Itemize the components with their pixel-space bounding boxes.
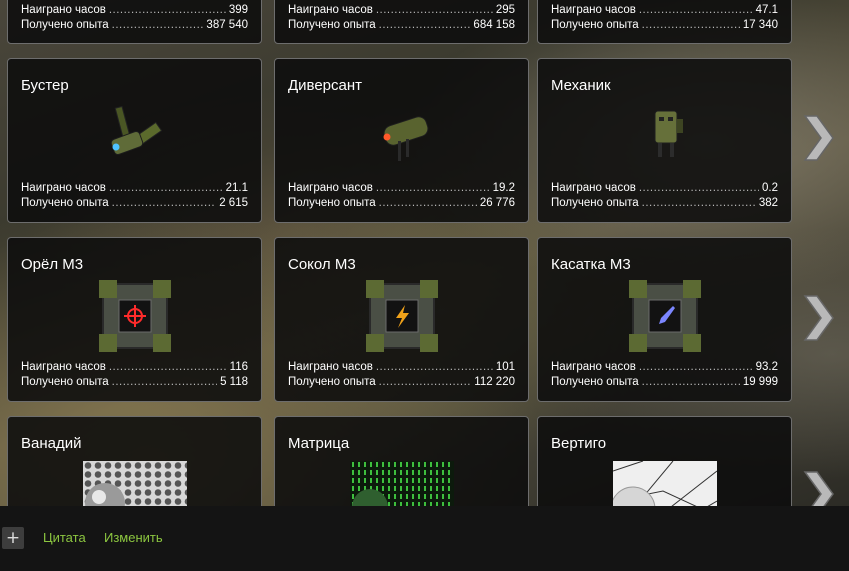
exp-value: 2 615 — [219, 197, 248, 209]
exp-row: Получено опыта 112 220 — [288, 375, 515, 389]
card-title: Ванадий — [21, 435, 82, 452]
exp-row: Получено опыта 387 540 — [21, 18, 248, 32]
exp-row: Получено опыта 2 615 — [21, 196, 248, 210]
card-booster[interactable]: Бустер Наиграно часов 21.1 Получено опыта… — [7, 58, 262, 223]
exp-value: 26 776 — [479, 197, 515, 209]
exp-value: 382 — [758, 197, 778, 209]
exp-row: Получено опыта 26 776 — [288, 196, 515, 210]
hours-row: Наиграно часов 21.1 — [21, 181, 248, 195]
exp-label: Получено опыта — [21, 376, 109, 388]
exp-row: Получено опыта 17 340 — [551, 18, 778, 32]
hours-value: 93.2 — [755, 361, 778, 373]
hours-value: 116 — [229, 361, 248, 373]
exp-value: 5 118 — [220, 376, 248, 388]
card-title: Касатка М3 — [551, 256, 631, 273]
hours-value: 21.1 — [225, 182, 248, 194]
exp-label: Получено опыта — [21, 19, 109, 31]
card-kasatka-m3[interactable]: Касатка М3 Наиграно часов 93.2 Получено о… — [537, 237, 792, 402]
exp-label: Получено опыта — [551, 376, 639, 388]
card-title: Матрица — [288, 435, 350, 452]
hours-row: Наиграно часов 295 — [288, 3, 515, 17]
card-title: Диверсант — [288, 77, 363, 94]
hours-label: Наиграно часов — [551, 4, 636, 16]
exp-label: Получено опыта — [288, 197, 376, 209]
hours-value: 101 — [495, 361, 515, 373]
hours-label: Наиграно часов — [551, 361, 636, 373]
card-saboteur[interactable]: Диверсант Наиграно часов 19.2 Получено оп… — [274, 58, 529, 223]
hours-label: Наиграно часов — [288, 361, 373, 373]
exp-value: 19 999 — [742, 376, 778, 388]
hours-row: Наиграно часов 101 — [288, 360, 515, 374]
chevron-right-icon[interactable] — [803, 114, 835, 162]
card-1: Наиграно часов 295 Получено опыта 684 158 — [274, 0, 529, 44]
exp-label: Получено опыта — [288, 19, 376, 31]
hours-row: Наиграно часов 93.2 — [551, 360, 778, 374]
card-mechanic[interactable]: Механик Наиграно часов 0.2 Получено опыта… — [537, 58, 792, 223]
saboteur-drone-icon — [383, 116, 428, 161]
exp-row: Получено опыта 684 158 — [288, 18, 515, 32]
hours-value: 295 — [495, 4, 515, 16]
exp-value: 112 220 — [474, 376, 515, 388]
chevron-right-icon[interactable] — [803, 470, 835, 506]
card-title: Орёл М3 — [21, 256, 84, 273]
card-title: Бустер — [21, 77, 69, 94]
hours-label: Наиграно часов — [21, 4, 106, 16]
booster-drone-icon — [110, 105, 162, 156]
exp-row: Получено опыта 5 118 — [21, 375, 248, 389]
quote-link[interactable]: Цитата — [43, 530, 86, 545]
exp-label: Получено опыта — [551, 197, 639, 209]
hours-row: Наиграно часов 47.1 — [551, 3, 778, 17]
hours-row: Наиграно часов 0.2 — [551, 181, 778, 195]
card-title: Вертиго — [551, 435, 607, 452]
card-title: Сокол М3 — [288, 256, 356, 273]
card-title: Механик — [551, 77, 611, 94]
exp-label: Получено опыта — [21, 197, 109, 209]
hours-label: Наиграно часов — [551, 182, 636, 194]
exp-value: 387 540 — [206, 19, 248, 31]
hours-value: 19.2 — [492, 182, 515, 194]
hours-value: 47.1 — [755, 4, 778, 16]
exp-value: 17 340 — [742, 19, 778, 31]
hours-row: Наиграно часов 399 — [21, 3, 248, 17]
hours-label: Наиграно часов — [288, 182, 373, 194]
card-orel-m3[interactable]: Орёл М3 Наиграно часов 116 Получено опыта… — [7, 237, 262, 402]
plus-button[interactable]: + — [2, 527, 24, 549]
card-0: Наиграно часов 399 Получено опыта 387 540 — [7, 0, 262, 44]
exp-row: Получено опыта 19 999 — [551, 375, 778, 389]
crosshair-module-icon — [98, 280, 171, 352]
hours-value: 0.2 — [762, 182, 778, 194]
hours-value: 399 — [228, 4, 248, 16]
hours-label: Наиграно часов — [21, 182, 106, 194]
hours-label: Наиграно часов — [288, 4, 373, 16]
card-sokol-m3[interactable]: Сокол М3 Наиграно часов 101 Получено опыт… — [274, 237, 529, 402]
exp-row: Получено опыта 382 — [551, 196, 778, 210]
exp-label: Получено опыта — [288, 376, 376, 388]
rocket-module-icon — [628, 280, 701, 352]
chevron-right-icon[interactable] — [803, 294, 835, 342]
hours-row: Наиграно часов 19.2 — [288, 181, 515, 195]
exp-value: 684 158 — [473, 19, 515, 31]
card-2: Наиграно часов 47.1 Получено опыта 17 340 — [537, 0, 792, 44]
lightning-module-icon — [365, 280, 438, 352]
exp-label: Получено опыта — [551, 19, 639, 31]
hours-row: Наиграно часов 116 — [21, 360, 248, 374]
edit-link[interactable]: Изменить — [104, 530, 163, 545]
mechanic-drone-icon — [654, 110, 683, 157]
hours-label: Наиграно часов — [21, 361, 106, 373]
